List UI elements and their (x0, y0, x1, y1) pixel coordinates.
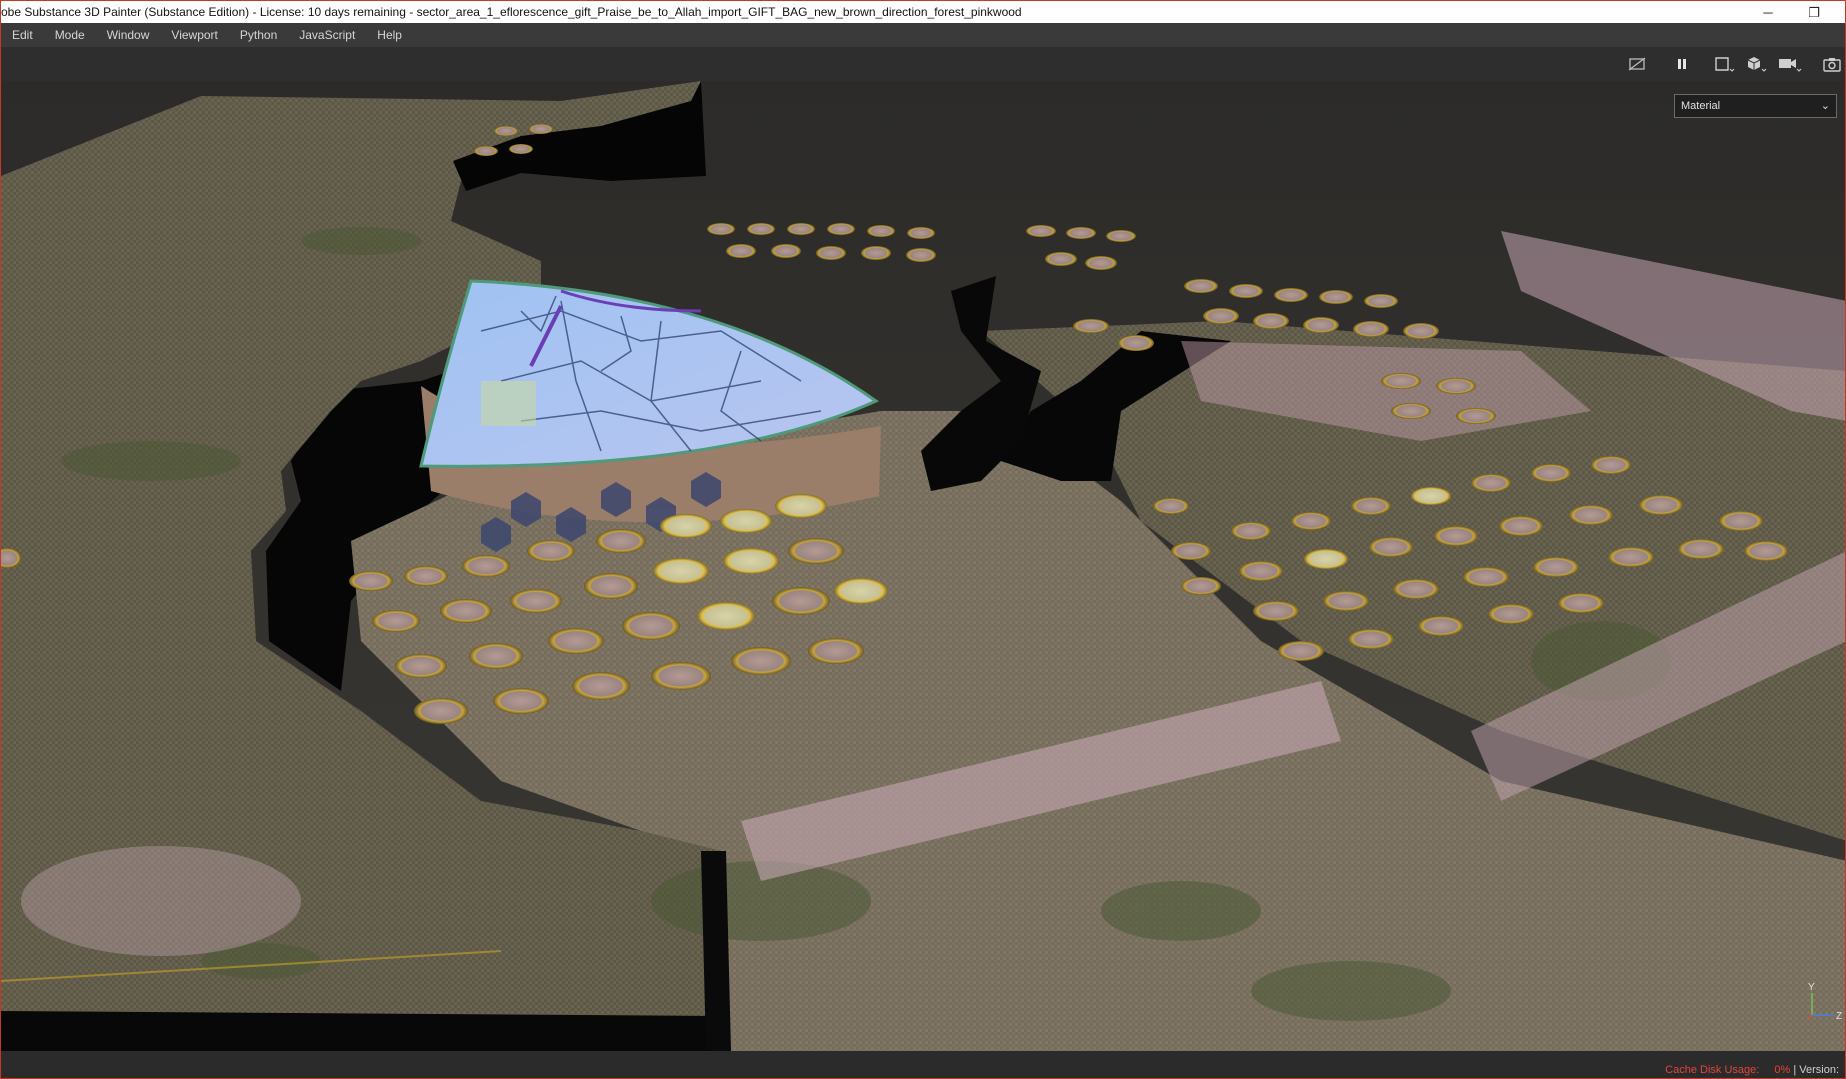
pause-icon (1678, 59, 1686, 69)
version-label: Version: (1799, 1064, 1839, 1076)
channel-select-value: Material (1681, 100, 1721, 112)
viewport-3d[interactable]: Material ⌄ Y Z (0, 81, 1846, 1051)
3d-view-button[interactable] (1744, 53, 1770, 75)
minimize-button[interactable]: ─ (1745, 1, 1791, 24)
axis-z-label: Z (1836, 1011, 1842, 1022)
title-bar: obe Substance 3D Painter (Substance Edit… (0, 0, 1846, 23)
menu-javascript[interactable]: JavaScript (288, 23, 366, 47)
screenshot-button[interactable] (1819, 53, 1845, 75)
camera-button[interactable] (1777, 53, 1803, 75)
menu-mode[interactable]: Mode (44, 23, 96, 47)
cache-value: 0% (1774, 1064, 1791, 1076)
minimize-icon: ─ (1763, 5, 1773, 20)
pause-button[interactable] (1669, 53, 1695, 75)
restore-button[interactable]: ❐ (1791, 1, 1837, 24)
menu-viewport[interactable]: Viewport (160, 23, 228, 47)
axis-y-label: Y (1808, 982, 1815, 993)
channel-select[interactable]: Material ⌄ (1674, 94, 1837, 118)
cache-label: Cache Disk Usage: (1665, 1064, 1760, 1076)
restore-icon: ❐ (1808, 4, 1820, 20)
camera-video-icon (1779, 59, 1802, 72)
hide-ui-icon (1628, 57, 1646, 71)
axis-gizmo: Y Z (1807, 982, 1842, 1022)
3d-view-icon (1747, 57, 1767, 72)
menu-help[interactable]: Help (366, 23, 413, 47)
3d-scene-render (1, 81, 1845, 1051)
hide-ui-button[interactable] (1624, 53, 1650, 75)
viewport-toolbar (0, 47, 1846, 81)
2d-view-button[interactable] (1712, 53, 1738, 75)
menu-window[interactable]: Window (96, 23, 161, 47)
menu-edit[interactable]: Edit (1, 23, 44, 47)
status-bar: Cache Disk Usage: 0% | Version: (0, 1051, 1846, 1079)
status-cache: Cache Disk Usage: 0% | Version: (1665, 1064, 1839, 1076)
screenshot-icon (1823, 58, 1841, 72)
2d-view-icon (1715, 57, 1735, 72)
window-title: obe Substance 3D Painter (Substance Edit… (1, 5, 1022, 19)
chevron-down-icon: ⌄ (1820, 100, 1830, 112)
menu-python[interactable]: Python (229, 23, 288, 47)
menu-bar: Edit Mode Window Viewport Python JavaScr… (0, 23, 1846, 47)
